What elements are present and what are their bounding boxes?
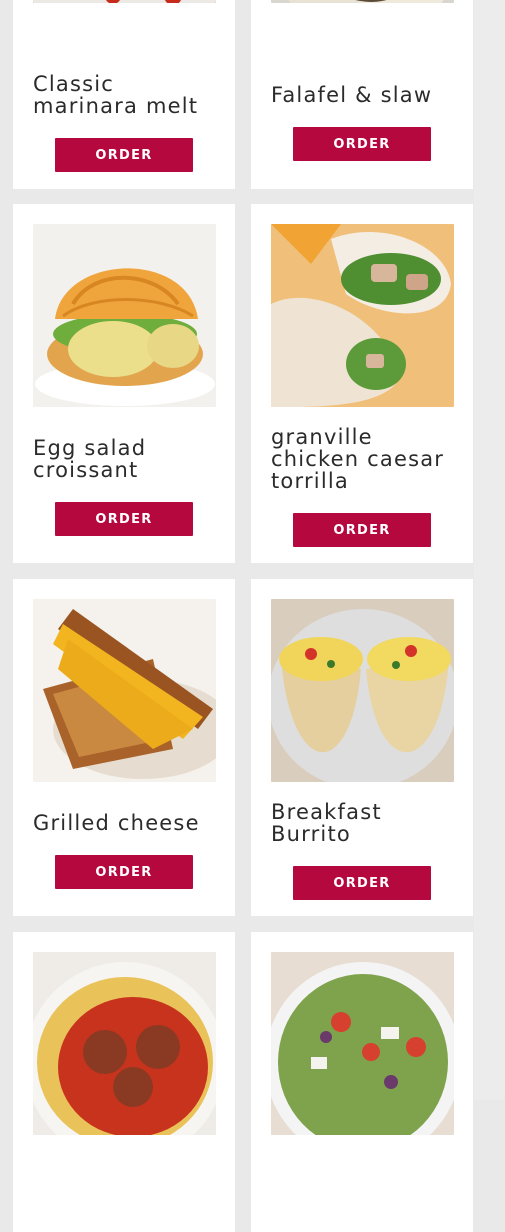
menu-card-spaghetti	[13, 932, 235, 1232]
order-button[interactable]: ORDER	[293, 513, 431, 547]
menu-card-breakfast-burrito: Breakfast Burrito ORDER	[251, 579, 473, 916]
greek-salad-photo	[271, 952, 454, 1135]
breakfast-burrito-photo	[271, 599, 454, 782]
spaghetti-meatballs-photo	[33, 952, 216, 1135]
item-title: Grilled cheese	[33, 811, 200, 835]
item-title: Falafel & slaw	[271, 83, 433, 107]
order-button[interactable]: ORDER	[55, 138, 193, 172]
menu-card-falafel-slaw: Falafel & slaw ORDER	[251, 0, 473, 189]
menu-card-grilled-cheese: Grilled cheese ORDER	[13, 579, 235, 916]
egg-salad-croissant-photo	[33, 224, 216, 407]
menu-card-chicken-caesar-torrilla: granville chicken caesar torrilla ORDER	[251, 204, 473, 563]
item-title: Classic marinara melt	[33, 72, 199, 118]
marinara-melt-photo	[33, 0, 216, 3]
item-title: granville chicken caesar torrilla	[271, 425, 445, 493]
item-title: Breakfast Burrito	[271, 800, 382, 846]
order-button[interactable]: ORDER	[55, 502, 193, 536]
order-button[interactable]: ORDER	[293, 127, 431, 161]
scroll-gutter	[474, 0, 505, 1100]
menu-card-greek-salad	[251, 932, 473, 1232]
chicken-caesar-wrap-photo	[271, 224, 454, 407]
menu-card-egg-salad-croissant: Egg salad croissant ORDER	[13, 204, 235, 563]
menu-card-marinara-melt: Classic marinara melt ORDER	[13, 0, 235, 189]
item-title: Egg salad croissant	[33, 436, 147, 482]
grilled-cheese-photo	[33, 599, 216, 782]
order-button[interactable]: ORDER	[55, 855, 193, 889]
falafel-slaw-photo	[271, 0, 454, 3]
order-button[interactable]: ORDER	[293, 866, 431, 900]
